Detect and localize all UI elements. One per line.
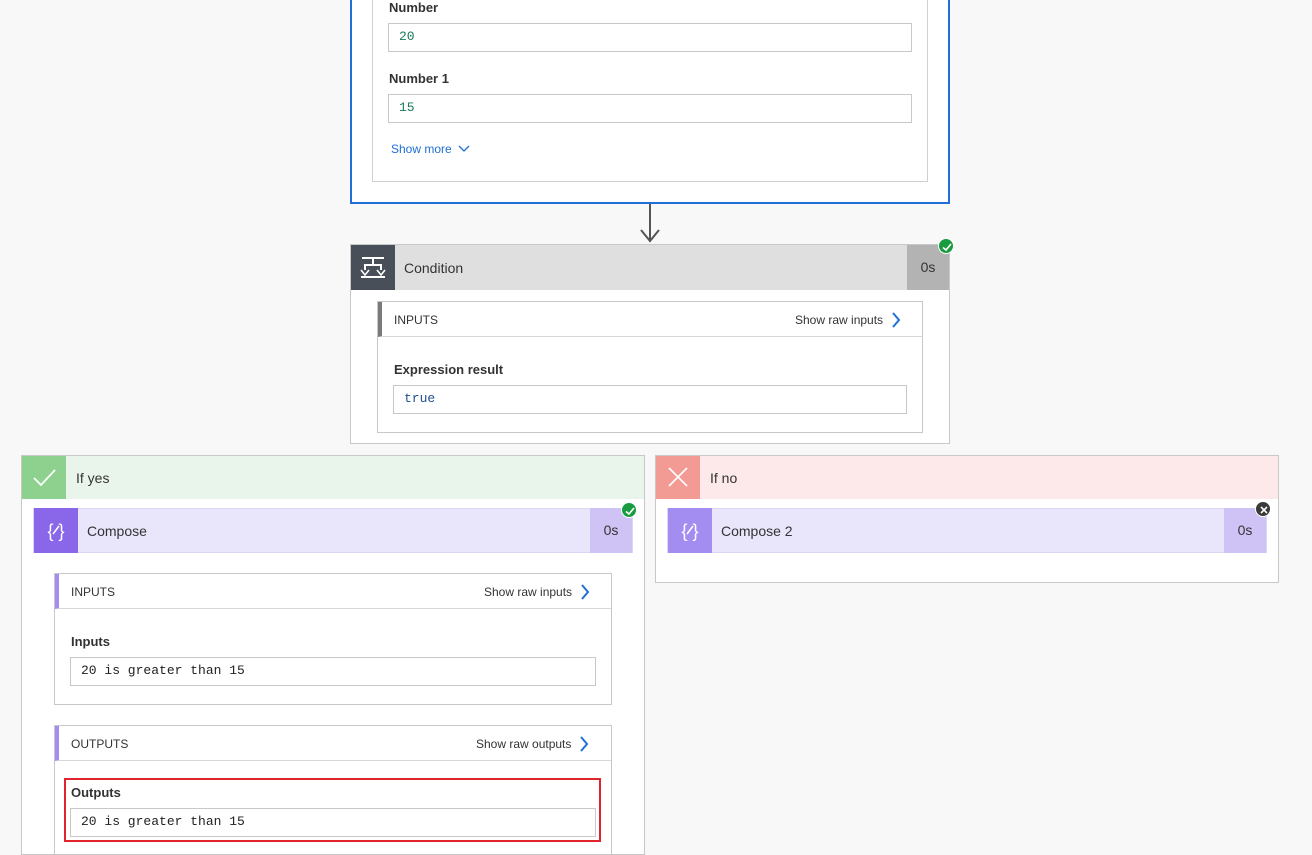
chevron-down-icon — [458, 145, 470, 152]
show-raw-inputs-link[interactable]: Show raw inputs — [795, 312, 901, 328]
expression-result-field[interactable]: true — [393, 385, 907, 414]
number-1-field[interactable]: 15 — [388, 94, 912, 123]
compose-outputs-field[interactable]: 20 is greater than 15 — [70, 808, 596, 837]
inputs-heading: INPUTS — [394, 313, 439, 327]
compose-2-icon: { } — [668, 508, 712, 553]
show-more-link[interactable]: Show more — [391, 142, 470, 156]
show-more-label: Show more — [391, 142, 452, 156]
compose-inputs-field[interactable]: 20 is greater than 15 — [70, 657, 596, 686]
skipped-x-icon — [1255, 501, 1271, 517]
if-yes-icon — [22, 456, 66, 499]
success-check-icon — [938, 238, 954, 254]
compose-outputs-label: Outputs — [71, 785, 121, 800]
condition-icon — [351, 245, 395, 290]
compose-show-raw-outputs-label: Show raw outputs — [476, 737, 572, 751]
chevron-right-icon — [580, 736, 589, 752]
compose-outputs-heading: OUTPUTS — [71, 737, 129, 751]
condition-title: Condition — [404, 260, 464, 276]
if-no-icon — [656, 456, 700, 499]
braces-icon: { } — [47, 521, 64, 541]
compose-inputs-label: Inputs — [71, 634, 110, 649]
number-field[interactable]: 20 — [388, 23, 912, 52]
compose-2-title: Compose 2 — [721, 523, 793, 539]
braces-icon: { } — [681, 521, 698, 541]
if-yes-title: If yes — [76, 470, 110, 486]
compose-show-raw-inputs-link[interactable]: Show raw inputs — [484, 584, 590, 600]
condition-branch-icon — [360, 257, 386, 278]
number-field-label: Number — [389, 0, 439, 15]
number-1-field-label: Number 1 — [389, 71, 449, 86]
chevron-right-icon — [581, 584, 590, 600]
expression-result-label: Expression result — [394, 362, 504, 377]
compose-title: Compose — [87, 523, 147, 539]
arrow-down-icon — [640, 229, 660, 243]
if-no-title: If no — [710, 470, 738, 486]
if-no-header[interactable] — [656, 456, 1278, 499]
if-yes-header[interactable] — [22, 456, 644, 499]
compose-show-raw-inputs-label: Show raw inputs — [484, 585, 573, 599]
checkmark-icon — [33, 469, 56, 487]
success-check-icon — [621, 502, 637, 518]
chevron-right-icon — [892, 312, 901, 328]
close-x-icon — [668, 467, 688, 487]
compose-inputs-heading: INPUTS — [71, 585, 116, 599]
compose-icon: { } — [34, 508, 78, 553]
show-raw-inputs-label: Show raw inputs — [795, 313, 884, 327]
compose-show-raw-outputs-link[interactable]: Show raw outputs — [476, 736, 589, 752]
